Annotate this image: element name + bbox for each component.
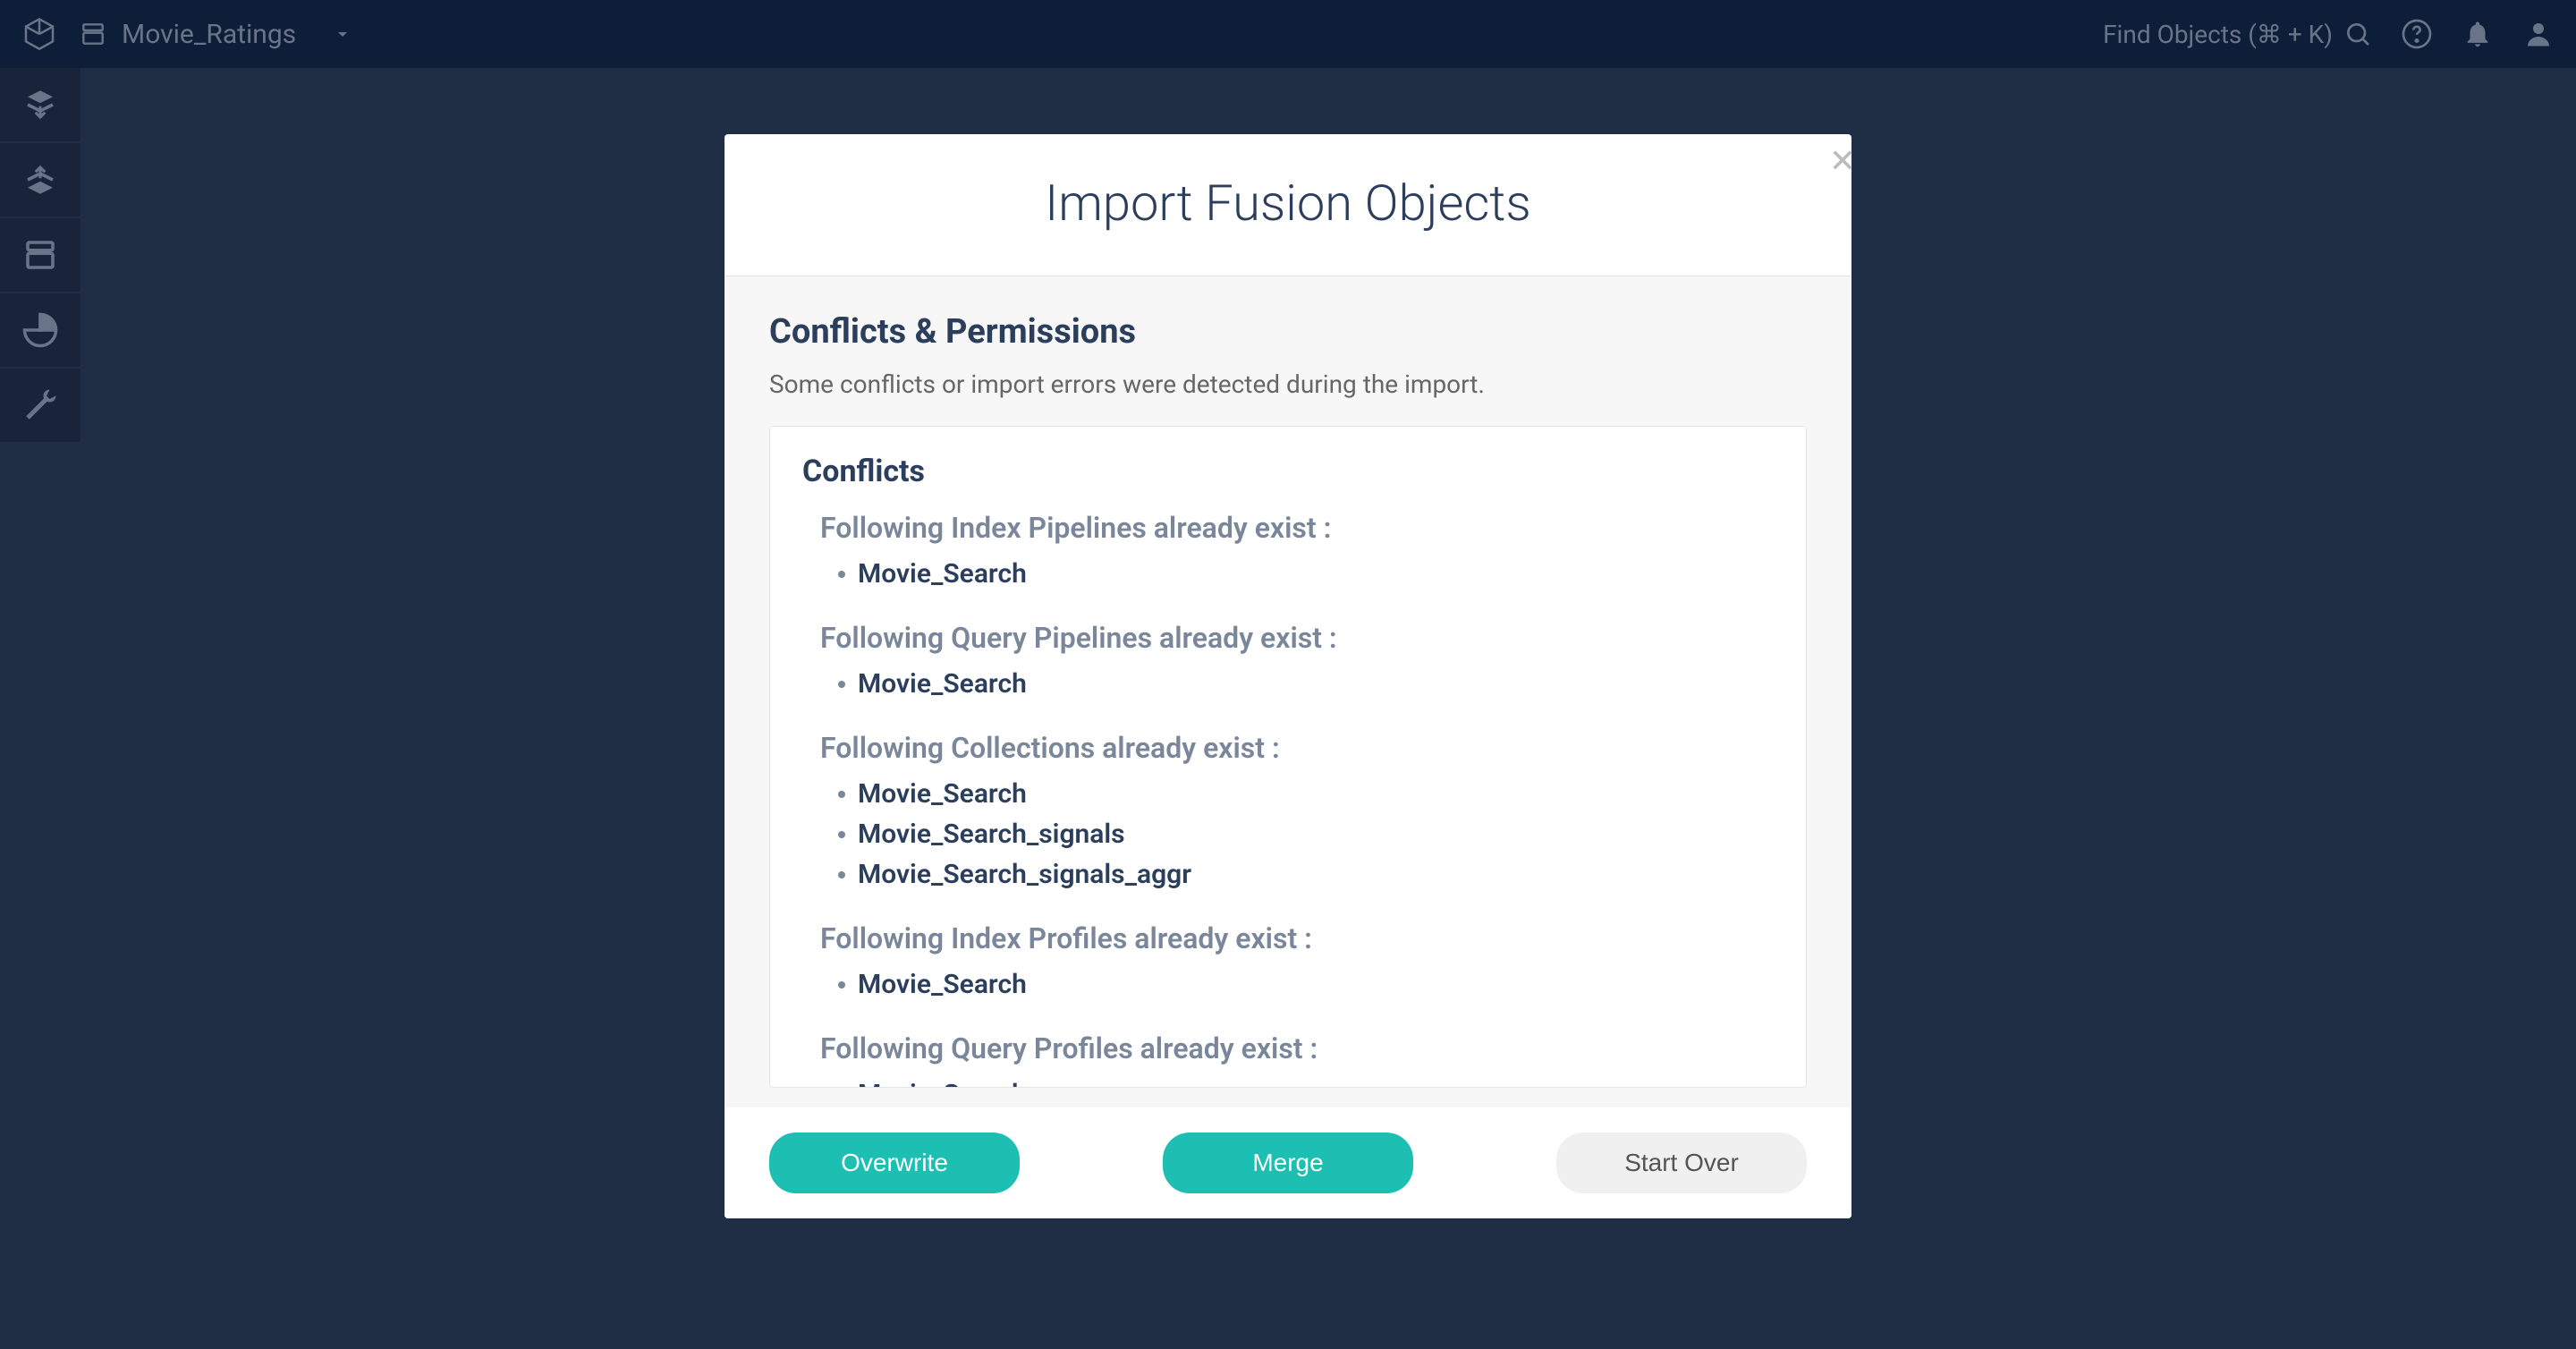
bullet-icon [838,981,845,988]
bullet-icon [838,571,845,578]
conflict-group-title: Following Collections already exist : [802,731,1774,765]
conflict-group: Following Index Profiles already exist :… [802,921,1774,1005]
conflicts-heading: Conflicts [802,454,1774,489]
bullet-icon [838,681,845,688]
conflict-group-title: Following Query Pipelines already exist … [802,621,1774,655]
conflict-item-label: Movie_Search [858,774,1027,814]
bullet-icon [838,871,845,878]
conflict-item: Movie_Search [802,1074,1774,1088]
close-icon: ✕ [1829,142,1856,180]
conflicts-groups-container: Following Index Pipelines already exist … [802,511,1774,1088]
modal-footer: Overwrite Merge Start Over [724,1107,1852,1218]
modal-header: Import Fusion Objects [724,134,1852,276]
conflict-item-label: Movie_Search [858,1074,1027,1088]
close-button[interactable]: ✕ [1825,143,1860,179]
modal-body: Conflicts & Permissions Some conflicts o… [724,276,1852,1107]
conflicts-panel[interactable]: Conflicts Following Index Pipelines alre… [769,426,1807,1088]
conflict-item: Movie_Search_signals_aggr [802,854,1774,895]
bullet-icon [838,791,845,798]
conflict-item-label: Movie_Search [858,964,1027,1005]
conflict-group: Following Query Pipelines already exist … [802,621,1774,704]
conflict-group: Following Query Profiles already exist :… [802,1031,1774,1088]
conflict-item: Movie_Search [802,664,1774,704]
merge-button[interactable]: Merge [1163,1133,1413,1193]
section-title: Conflicts & Permissions [769,312,1807,352]
conflict-item-label: Movie_Search_signals [858,814,1125,854]
conflict-item: Movie_Search [802,554,1774,594]
conflict-item: Movie_Search_signals [802,814,1774,854]
conflict-item: Movie_Search [802,774,1774,814]
conflict-item-label: Movie_Search [858,664,1027,704]
section-description: Some conflicts or import errors were det… [769,369,1807,399]
bullet-icon [838,831,845,838]
conflict-group-title: Following Query Profiles already exist : [802,1031,1774,1065]
conflict-group-title: Following Index Profiles already exist : [802,921,1774,955]
modal-title: Import Fusion Objects [760,174,1816,233]
import-modal: Import Fusion Objects Conflicts & Permis… [724,134,1852,1218]
conflict-item-label: Movie_Search [858,554,1027,594]
conflict-group: Following Collections already exist : Mov… [802,731,1774,895]
overwrite-button[interactable]: Overwrite [769,1133,1020,1193]
conflict-group-title: Following Index Pipelines already exist … [802,511,1774,545]
conflict-group: Following Index Pipelines already exist … [802,511,1774,594]
conflict-item: Movie_Search [802,964,1774,1005]
conflict-item-label: Movie_Search_signals_aggr [858,854,1191,895]
modal-overlay: ✕ Import Fusion Objects Conflicts & Perm… [0,0,2576,1349]
modal-container: ✕ Import Fusion Objects Conflicts & Perm… [724,134,1852,1218]
start-over-button[interactable]: Start Over [1556,1133,1807,1193]
